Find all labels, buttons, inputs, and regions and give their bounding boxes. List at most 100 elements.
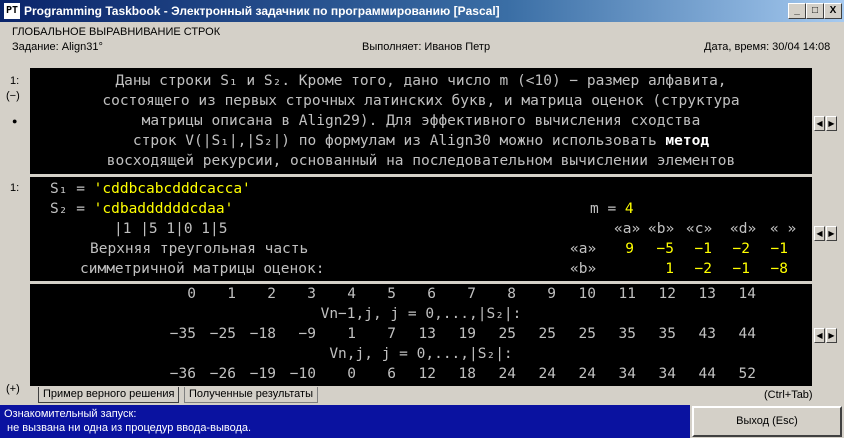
- caption-vn: Vn,j, j = 0,...,|S₂|:: [329, 346, 513, 362]
- alphabet-b: «b»: [648, 221, 675, 237]
- index-cell: 4: [347, 286, 356, 302]
- vn1-cell: 43: [698, 326, 716, 342]
- matrix-a-d: −2: [732, 241, 750, 257]
- close-button[interactable]: X: [824, 3, 842, 19]
- matrix-a-b: −5: [656, 241, 674, 257]
- performer: Выполняет: Иванов Петр: [362, 41, 491, 53]
- scroll-right-icon[interactable]: ▶: [826, 226, 837, 241]
- index-cell: 9: [547, 286, 556, 302]
- task-line-5: восходящей рекурсии, основанный на после…: [30, 152, 812, 170]
- scroll-left-icon[interactable]: ◀: [814, 226, 825, 241]
- index-cell: 5: [387, 286, 396, 302]
- vn-cell: −36: [169, 366, 196, 382]
- app-icon: PT: [4, 3, 20, 19]
- matrix-label-1: Верхняя треугольная часть: [90, 241, 309, 257]
- index-cell: 14: [738, 286, 756, 302]
- input-data-panel: S₁ = 'cddbcabcdddcacca' S₂ = 'cdbadddddd…: [30, 177, 812, 281]
- input-panel-number: 1:: [10, 182, 20, 194]
- vn1-cell: −25: [209, 326, 236, 342]
- status-line-2: не вызвана ни одна из процедур ввода-выв…: [4, 422, 252, 434]
- vn-cell: 34: [658, 366, 676, 382]
- vn1-cell: −35: [169, 326, 196, 342]
- task-line-1: Даны строки S₁ и S₂. Кроме того, дано чи…: [115, 73, 727, 89]
- tab-correct-solution[interactable]: Пример верного решения: [38, 387, 180, 403]
- vn-cell: 44: [698, 366, 716, 382]
- vn-cell: 24: [538, 366, 556, 382]
- alphabet-c: «c»: [686, 221, 713, 237]
- scroll-left-icon[interactable]: ◀: [814, 328, 825, 343]
- status-panel: Ознакомительный запуск: не вызвана ни од…: [0, 405, 690, 438]
- vn1-cell: 7: [387, 326, 396, 342]
- task-line-4-text: строк V(|S₁|,|S₂|) по формулам из Align3…: [132, 133, 666, 149]
- vn-cell: 18: [458, 366, 476, 382]
- vn1-cell: 25: [498, 326, 516, 342]
- vn-cell: 34: [618, 366, 636, 382]
- matrix-b-c: −2: [694, 261, 712, 277]
- index-cell: 3: [307, 286, 316, 302]
- scroll-left-icon[interactable]: ◀: [814, 116, 825, 131]
- m-value: 4: [624, 201, 634, 217]
- task-description-panel: Даны строки S₁ и S₂. Кроме того, дано чи…: [30, 68, 812, 174]
- matrix-row-b-label: «b»: [570, 261, 597, 277]
- matrix-b-b: 1: [665, 261, 674, 277]
- separator-row: |1 |5 1|0 1|5: [114, 221, 228, 237]
- s1-label: S₁ =: [50, 181, 94, 197]
- task-line-5-text: восходящей рекурсии, основанный на после…: [106, 153, 736, 169]
- task-bold-1: метод: [665, 133, 710, 149]
- matrix-a-a: 9: [625, 241, 634, 257]
- vn1-cell: 25: [538, 326, 556, 342]
- matrix-label-2: симметричной матрицы оценок:: [80, 261, 325, 277]
- vn1-cell: 25: [578, 326, 596, 342]
- index-cell: 6: [427, 286, 436, 302]
- bullet-icon: ●: [12, 116, 18, 126]
- vn1-cell: 35: [658, 326, 676, 342]
- matrix-a-space: −1: [770, 241, 788, 257]
- index-cell: 11: [618, 286, 636, 302]
- vn-cell: 6: [387, 366, 396, 382]
- vn-cell: 24: [498, 366, 516, 382]
- vn-cell: 0: [347, 366, 356, 382]
- caption-vn-1: Vn−1,j, j = 0,...,|S₂|:: [320, 306, 522, 322]
- matrix-row-a-label: «a»: [570, 241, 597, 257]
- index-cell: 2: [267, 286, 276, 302]
- vn1-cell: 1: [347, 326, 356, 342]
- vn-cell: −10: [289, 366, 316, 382]
- task-line-4: строк V(|S₁|,|S₂|) по формулам из Align3…: [30, 132, 812, 150]
- scroll-right-icon[interactable]: ▶: [826, 116, 837, 131]
- alphabet-d: «d»: [730, 221, 757, 237]
- tab-shortcut-hint: (Ctrl+Tab): [764, 389, 813, 401]
- index-cell: 13: [698, 286, 716, 302]
- vn-cell: −19: [249, 366, 276, 382]
- status-line-1: Ознакомительный запуск:: [4, 408, 137, 420]
- expand-toggle[interactable]: (+): [6, 383, 20, 395]
- matrix-b-space: −8: [770, 261, 788, 277]
- vn1-cell: −9: [298, 326, 316, 342]
- index-cell: 8: [507, 286, 516, 302]
- exit-button[interactable]: Выход (Esc): [692, 406, 842, 437]
- task-line-3: матрицы описана в Align29). Для эффектив…: [141, 113, 701, 129]
- scroll-right-icon[interactable]: ▶: [826, 328, 837, 343]
- collapse-toggle[interactable]: (−): [6, 90, 20, 102]
- minimize-button[interactable]: _: [788, 3, 806, 19]
- vn1-cell: −18: [249, 326, 276, 342]
- window-title: Programming Taskbook - Электронный задач…: [24, 4, 500, 18]
- vn-cell: 52: [738, 366, 756, 382]
- tab-results[interactable]: Полученные результаты: [184, 387, 318, 403]
- s2-row: S₂ = 'cdbaddddddcdaa': [50, 199, 233, 219]
- output-data-panel: 0 1 2 3 4 5 6 7 8 9 10 11 12 13 14 Vn−1,j, j = 0,...,|…: [30, 284, 812, 386]
- maximize-button[interactable]: □: [806, 3, 824, 19]
- vn-cell: 12: [418, 366, 436, 382]
- vn1-cell: 13: [418, 326, 436, 342]
- vn-cell: −26: [209, 366, 236, 382]
- index-cell: 7: [467, 286, 476, 302]
- vn1-cell: 35: [618, 326, 636, 342]
- index-cell: 10: [578, 286, 596, 302]
- matrix-a-c: −1: [694, 241, 712, 257]
- task-name: Задание: Align31°: [12, 41, 103, 53]
- index-cell: 0: [187, 286, 196, 302]
- m-row: m = 4: [590, 199, 634, 219]
- task-panel-number: 1:: [10, 75, 20, 87]
- vn1-cell: 44: [738, 326, 756, 342]
- vn-cell: 24: [578, 366, 596, 382]
- task-group-title: ГЛОБАЛЬНОЕ ВЫРАВНИВАНИЕ СТРОК: [12, 26, 221, 38]
